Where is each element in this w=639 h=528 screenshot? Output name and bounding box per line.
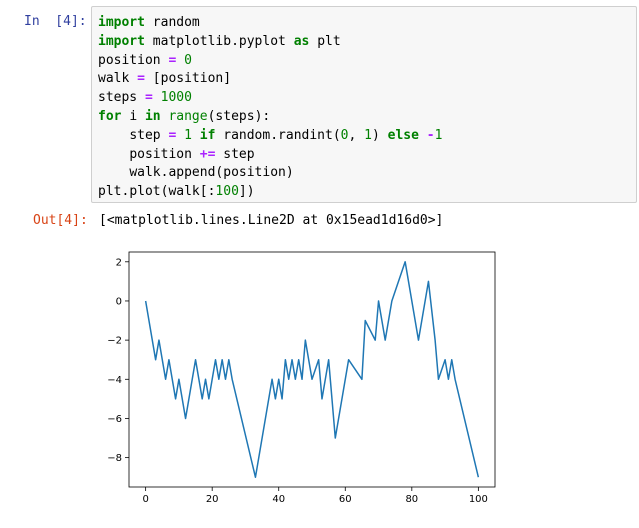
y-tick-label: 2 [116,257,122,268]
code-line: position += step [129,146,255,162]
y-tick-label: 0 [116,296,122,307]
x-tick-label: 80 [405,494,418,505]
y-tick-label: −2 [107,336,122,347]
x-tick-label: 0 [142,494,148,505]
code-line: walk.append(position) [129,165,294,181]
code-line: plt.plot(walk[:100]) [98,184,255,200]
output-prompt: Out[4]: [33,213,88,228]
code-line: walk = [position] [98,71,232,87]
code-line: step = 1 if random.randint(0, 1) else -1 [129,127,443,143]
series-line [144,261,480,478]
x-tick-label: 20 [206,494,219,505]
x-tick-label: 60 [339,494,352,505]
y-tick-label: −6 [107,414,122,425]
code-line: position = 0 [98,52,192,68]
output-text: [<matplotlib.lines.Line2D at 0x15ead1d16… [99,213,444,228]
code-line: for i in range(steps): [98,108,271,124]
code-input-area[interactable]: import random import matplotlib.pyplot a… [91,6,637,203]
code-line: import random [98,15,200,30]
y-tick-label: −8 [107,453,122,464]
plot-frame [128,251,496,488]
line-plot: 0 20 40 60 80 10020−2−4−6−8 [107,251,496,505]
x-tick-label: 100 [469,494,488,505]
input-prompt: In [4]: [24,14,87,29]
x-tick-label: 40 [272,494,285,505]
code-line: steps = 1000 [98,90,192,106]
code-editor[interactable]: import random import matplotlib.pyplot a… [98,14,442,202]
y-tick-label: −4 [107,375,122,386]
code-line: import matplotlib.pyplot as plt [98,33,341,49]
